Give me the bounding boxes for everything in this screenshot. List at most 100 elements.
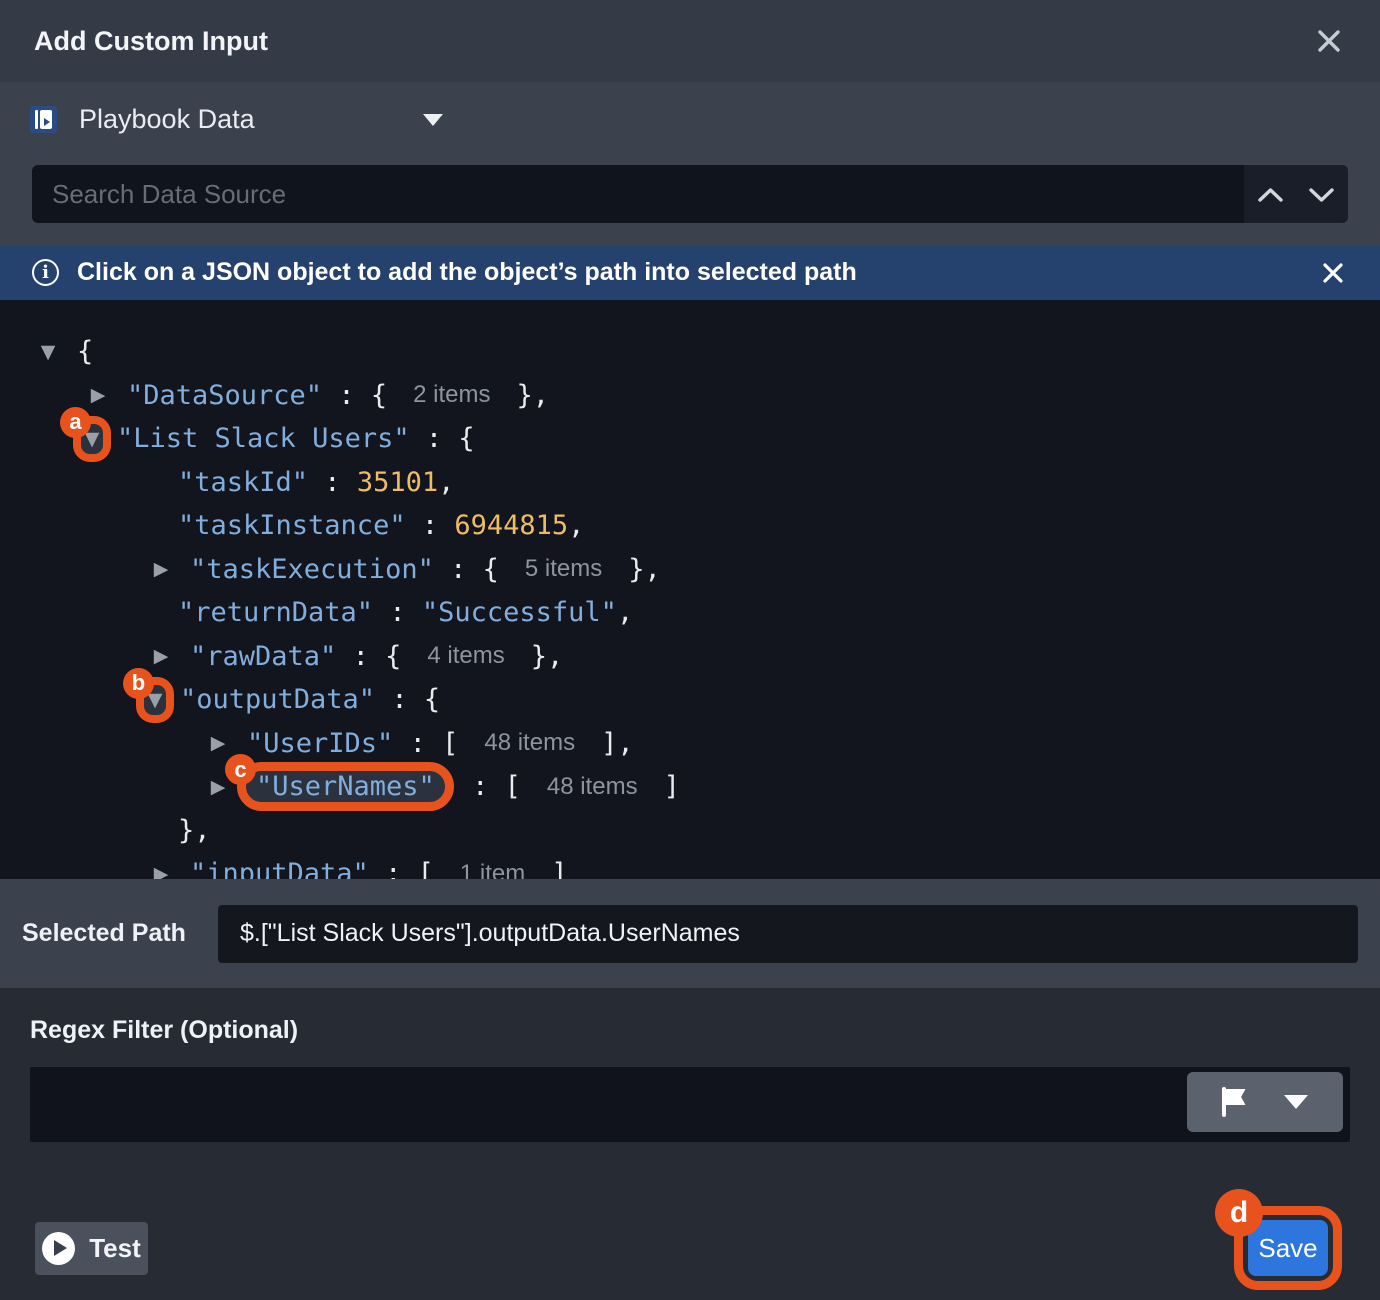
expand-triangle-icon[interactable]: ▶ [205, 776, 231, 798]
annotation-badge-d: d [1215, 1189, 1263, 1237]
save-button[interactable]: Save [1248, 1220, 1328, 1276]
json-tree-row: ▶ c"UserNames" : [48 items] [0, 765, 1380, 809]
json-tree-row: ▶"inputData" : [1 item] [0, 852, 1380, 879]
json-punctuation: [ [442, 728, 458, 759]
data-source-selected-label: Playbook Data [79, 104, 255, 135]
json-colon: : [410, 423, 459, 454]
json-item-count: 5 items [525, 555, 602, 583]
json-colon: : [375, 684, 424, 715]
info-icon: i [32, 259, 59, 286]
expand-triangle-icon[interactable]: ▶ [148, 863, 174, 879]
json-tree-row: ▼{ [0, 330, 1380, 374]
json-key[interactable]: "DataSource" [127, 380, 322, 411]
search-prev-button[interactable] [1253, 182, 1288, 207]
test-button[interactable]: Test [35, 1222, 148, 1275]
chevron-up-icon [1257, 186, 1284, 203]
json-key[interactable]: "outputData" [180, 684, 375, 715]
expand-triangle-icon[interactable]: ▶ [205, 732, 231, 754]
json-punctuation: , [568, 510, 584, 541]
data-source-section: Playbook Data [0, 82, 1380, 245]
chevron-down-icon [423, 114, 443, 126]
search-nav-controls [1244, 165, 1348, 223]
json-punctuation: , [438, 467, 454, 498]
json-key[interactable]: "UserNames" [256, 771, 435, 802]
annotation-ring-d: d Save [1234, 1206, 1342, 1290]
json-punctuation: { [424, 684, 440, 715]
json-key[interactable]: "rawData" [190, 641, 336, 672]
json-punctuation: , [617, 597, 633, 628]
json-tree-row: "taskId" : 35101, [0, 461, 1380, 505]
json-item-count: 1 item [460, 860, 525, 879]
json-punctuation: [ [505, 771, 521, 802]
json-colon: : [369, 858, 418, 879]
json-item-count: 2 items [413, 381, 490, 409]
annotation-ring-c: c"UserNames" [237, 762, 454, 811]
regex-flags-dropdown[interactable] [1187, 1072, 1343, 1132]
json-colon: : [393, 728, 442, 759]
json-key[interactable]: "List Slack Users" [117, 423, 410, 454]
json-tree-row: ▶"DataSource" : {2 items}, [0, 374, 1380, 418]
json-item-count: 48 items [484, 729, 575, 757]
search-next-button[interactable] [1304, 182, 1339, 207]
flag-icon [1222, 1087, 1246, 1117]
selected-path-section: Selected Path [0, 879, 1380, 988]
json-punctuation: { [458, 423, 474, 454]
json-tree-row: "taskInstance" : 6944815, [0, 504, 1380, 548]
chevron-down-icon [1284, 1095, 1308, 1109]
json-key[interactable]: "inputData" [190, 858, 369, 879]
regex-filter-label: Regex Filter (Optional) [30, 1016, 1350, 1045]
annotation-badge-a: a [60, 407, 91, 438]
json-tree-row: }, [0, 809, 1380, 853]
json-key[interactable]: "taskId" [178, 467, 308, 498]
json-key[interactable]: "taskExecution" [190, 554, 434, 585]
regex-filter-box [30, 1067, 1350, 1142]
json-tree-row: a▼"List Slack Users" : { [0, 417, 1380, 461]
json-punctuation: }, [628, 554, 661, 585]
info-banner-text: Click on a JSON object to add the object… [77, 258, 1318, 287]
expand-triangle-icon[interactable]: ▶ [148, 558, 174, 580]
dialog-title: Add Custom Input [34, 26, 268, 57]
expand-triangle-icon[interactable]: ▶ [85, 384, 111, 406]
json-punctuation: }, [531, 641, 564, 672]
json-colon: : [456, 771, 505, 802]
json-colon: : [308, 467, 357, 498]
selected-path-input[interactable] [218, 905, 1358, 963]
data-source-selector[interactable]: Playbook Data [0, 82, 1380, 135]
json-tree-panel: ▼{▶"DataSource" : {2 items},a▼"List Slac… [0, 300, 1380, 879]
playbook-icon [30, 106, 57, 133]
collapse-triangle-icon[interactable]: ▼ [35, 341, 61, 363]
json-tree-row: ▶"rawData" : {4 items}, [0, 635, 1380, 679]
close-icon [1322, 262, 1344, 284]
json-item-count: 48 items [547, 773, 638, 801]
play-icon [42, 1232, 75, 1265]
search-input[interactable] [32, 165, 1244, 223]
annotation-ring-a: a▼ [73, 416, 111, 462]
dialog-footer: Test d Save [35, 1206, 1342, 1290]
json-colon: : [406, 510, 455, 541]
info-banner: i Click on a JSON object to add the obje… [0, 245, 1380, 300]
json-punctuation: ] [664, 771, 680, 802]
annotation-badge-c: c [225, 754, 256, 785]
info-banner-close-button[interactable] [1318, 258, 1348, 288]
json-punctuation: }, [516, 380, 549, 411]
json-colon: : [336, 641, 385, 672]
chevron-down-icon [1308, 186, 1335, 203]
json-punctuation: { [77, 336, 93, 367]
expand-triangle-icon[interactable]: ▶ [148, 645, 174, 667]
selected-path-label: Selected Path [22, 919, 218, 948]
json-punctuation: { [371, 380, 387, 411]
json-tree-row: ▶"UserIDs" : [48 items], [0, 722, 1380, 766]
json-key[interactable]: "returnData" [178, 597, 373, 628]
json-key[interactable]: "taskInstance" [178, 510, 406, 541]
regex-filter-section: Regex Filter (Optional) Test d Save [0, 988, 1380, 1300]
dialog-header: Add Custom Input [0, 0, 1380, 82]
annotation-ring-b: b▼ [136, 677, 174, 723]
search-bar [32, 165, 1348, 223]
json-punctuation: { [483, 554, 499, 585]
dialog-close-button[interactable] [1312, 24, 1346, 58]
json-key[interactable]: "UserIDs" [247, 728, 393, 759]
regex-filter-input[interactable] [30, 1067, 1350, 1142]
test-button-label: Test [89, 1233, 141, 1264]
add-custom-input-dialog: Add Custom Input Playbook Data [0, 0, 1380, 1300]
json-colon: : [434, 554, 483, 585]
